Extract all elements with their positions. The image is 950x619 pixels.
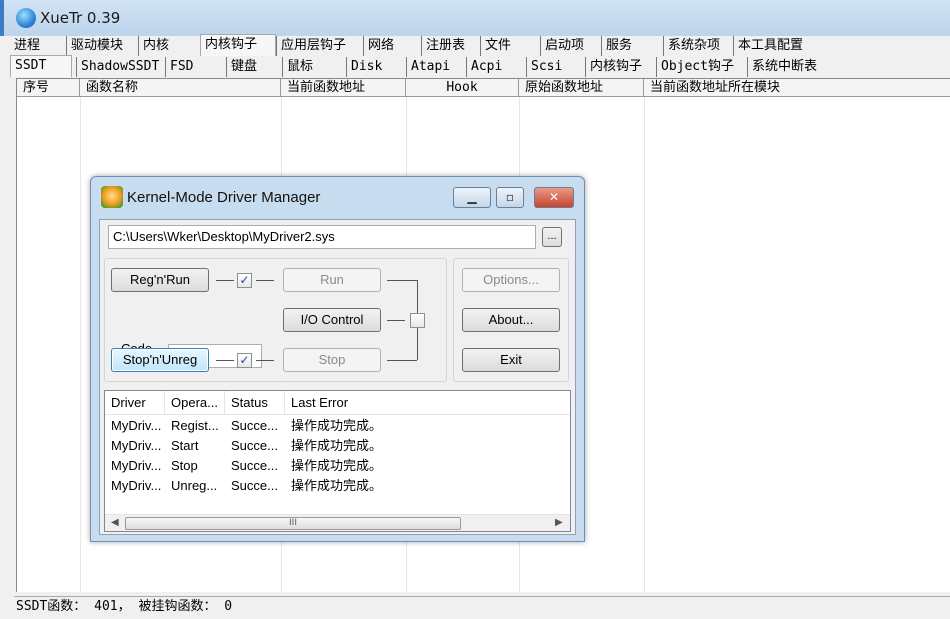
xuetr-logo-icon	[16, 8, 36, 28]
connector-line	[216, 360, 234, 361]
connector-line	[256, 360, 274, 361]
log-cell-operation: Unreg...	[171, 478, 218, 493]
dialog-title-bar[interactable]: Kernel-Mode Driver Manager ▁ ▫ ✕	[91, 177, 584, 219]
col-function-name[interactable]: 函数名称	[80, 79, 281, 97]
log-cell-driver: MyDriv...	[111, 458, 162, 473]
scroll-right-arrow-icon[interactable]: ▶	[555, 517, 563, 528]
driver-actions-group: Reg'n'Run ✓ Run Code (hex) I/O Control S…	[104, 258, 447, 382]
col-index[interactable]: 序号	[17, 79, 80, 97]
log-row[interactable]: MyDriv... Unreg... Succe... 操作成功完成。	[105, 476, 570, 496]
tab-network[interactable]: 网络	[363, 36, 394, 56]
tab-disk[interactable]: Disk	[346, 57, 382, 77]
log-cell-driver: MyDriv...	[111, 438, 162, 453]
tab-mouse[interactable]: 鼠标	[282, 57, 313, 77]
log-cell-status: Succe...	[231, 438, 278, 453]
dialog-options-group: Options... About... Exit	[453, 258, 569, 382]
log-cell-error: 操作成功完成。	[291, 418, 383, 433]
log-row[interactable]: MyDriv... Regist... Succe... 操作成功完成。	[105, 416, 570, 436]
exit-button[interactable]: Exit	[462, 348, 560, 372]
tab-startup[interactable]: 启动项	[540, 36, 584, 56]
log-cell-driver: MyDriv...	[111, 478, 162, 493]
tab-registry[interactable]: 注册表	[421, 36, 465, 56]
stop-button[interactable]: Stop	[283, 348, 381, 372]
tab-scsi[interactable]: Scsi	[526, 57, 562, 77]
tab-interrupt-table[interactable]: 系统中断表	[747, 57, 817, 77]
stop-unreg-checkbox[interactable]: ✓	[237, 353, 252, 368]
stop-n-unreg-button[interactable]: Stop'n'Unreg	[111, 348, 209, 372]
connector-line	[216, 280, 234, 281]
tab-ssdt[interactable]: SSDT	[10, 55, 72, 77]
log-cell-operation: Stop	[171, 458, 198, 473]
log-cell-driver: MyDriv...	[111, 418, 162, 433]
log-col-operation[interactable]: Opera...	[165, 391, 225, 415]
maximize-button[interactable]: ▫	[496, 187, 524, 208]
run-button[interactable]: Run	[283, 268, 381, 292]
tab-kernel[interactable]: 内核	[138, 36, 169, 56]
col-original-address[interactable]: 原始函数地址	[519, 79, 644, 97]
log-cell-operation: Start	[171, 438, 199, 453]
app-title: XueTr 0.39	[40, 9, 121, 27]
ssdt-table-header: 序号 函数名称 当前函数地址 Hook 原始函数地址 当前函数地址所在模块	[17, 79, 950, 97]
reg-n-run-button[interactable]: Reg'n'Run	[111, 268, 209, 292]
tab-driver-modules[interactable]: 驱动模块	[66, 36, 123, 56]
close-button[interactable]: ✕	[534, 187, 574, 208]
log-cell-status: Succe...	[231, 478, 278, 493]
browse-button[interactable]: ...	[542, 227, 562, 247]
connector-line	[387, 320, 405, 321]
log-cell-error: 操作成功完成。	[291, 458, 383, 473]
io-control-checkbox[interactable]	[410, 313, 425, 328]
log-col-driver[interactable]: Driver	[105, 391, 165, 415]
scroll-left-arrow-icon[interactable]: ◀	[111, 517, 119, 528]
tab-atapi[interactable]: Atapi	[406, 57, 450, 77]
io-control-button[interactable]: I/O Control	[283, 308, 381, 332]
tab-misc[interactable]: 系统杂项	[663, 36, 720, 56]
tab-settings[interactable]: 本工具配置	[733, 36, 803, 56]
log-col-last-error[interactable]: Last Error	[285, 391, 570, 415]
log-cell-status: Succe...	[231, 458, 278, 473]
main-title-bar: XueTr 0.39	[0, 0, 950, 36]
driver-manager-dialog: Kernel-Mode Driver Manager ▁ ▫ ✕ C:\User…	[90, 176, 585, 542]
driver-path-field[interactable]: C:\Users\Wker\Desktop\MyDriver2.sys	[108, 225, 536, 249]
reg-run-checkbox[interactable]: ✓	[237, 273, 252, 288]
log-row[interactable]: MyDriv... Start Succe... 操作成功完成。	[105, 436, 570, 456]
options-button[interactable]: Options...	[462, 268, 560, 292]
operation-log-list[interactable]: Driver Opera... Status Last Error MyDriv…	[104, 390, 571, 532]
log-header: Driver Opera... Status Last Error	[105, 391, 570, 415]
connector-line	[256, 280, 274, 281]
col-hook[interactable]: Hook	[406, 79, 519, 97]
log-row[interactable]: MyDriv... Stop Succe... 操作成功完成。	[105, 456, 570, 476]
connector-line	[387, 280, 417, 281]
dialog-body: C:\Users\Wker\Desktop\MyDriver2.sys ... …	[99, 219, 576, 535]
log-col-status[interactable]: Status	[225, 391, 285, 415]
dialog-title: Kernel-Mode Driver Manager	[127, 189, 321, 206]
tab-acpi[interactable]: Acpi	[466, 57, 502, 77]
connector-line	[387, 360, 417, 361]
horizontal-scrollbar[interactable]: ◀ III ▶	[105, 514, 570, 531]
col-module[interactable]: 当前函数地址所在模块	[644, 79, 950, 97]
log-cell-operation: Regist...	[171, 418, 219, 433]
col-current-address[interactable]: 当前函数地址	[281, 79, 406, 97]
tab-object-hooks[interactable]: Object钩子	[656, 57, 734, 77]
grid-divider	[644, 97, 645, 593]
log-cell-status: Succe...	[231, 418, 278, 433]
scroll-thumb[interactable]: III	[125, 517, 461, 530]
tab-shadowssdt[interactable]: ShadowSSDT	[76, 57, 159, 77]
tab-user-hooks[interactable]: 应用层钩子	[276, 36, 346, 56]
status-bar: SSDT函数： 401， 被挂钩函数： 0	[14, 596, 950, 619]
driver-manager-logo-icon	[101, 186, 123, 208]
tab-keyboard[interactable]: 键盘	[226, 57, 257, 77]
tab-sub-kernel-hooks[interactable]: 内核钩子	[585, 57, 642, 77]
about-button[interactable]: About...	[462, 308, 560, 332]
tab-kernel-hooks[interactable]: 内核钩子	[200, 34, 276, 56]
grid-divider	[80, 97, 81, 593]
log-cell-error: 操作成功完成。	[291, 438, 383, 453]
minimize-button[interactable]: ▁	[453, 187, 491, 208]
tab-files[interactable]: 文件	[480, 36, 511, 56]
tab-processes[interactable]: 进程	[10, 36, 40, 56]
log-cell-error: 操作成功完成。	[291, 478, 383, 493]
tab-fsd[interactable]: FSD	[165, 57, 193, 77]
tab-services[interactable]: 服务	[601, 36, 632, 56]
